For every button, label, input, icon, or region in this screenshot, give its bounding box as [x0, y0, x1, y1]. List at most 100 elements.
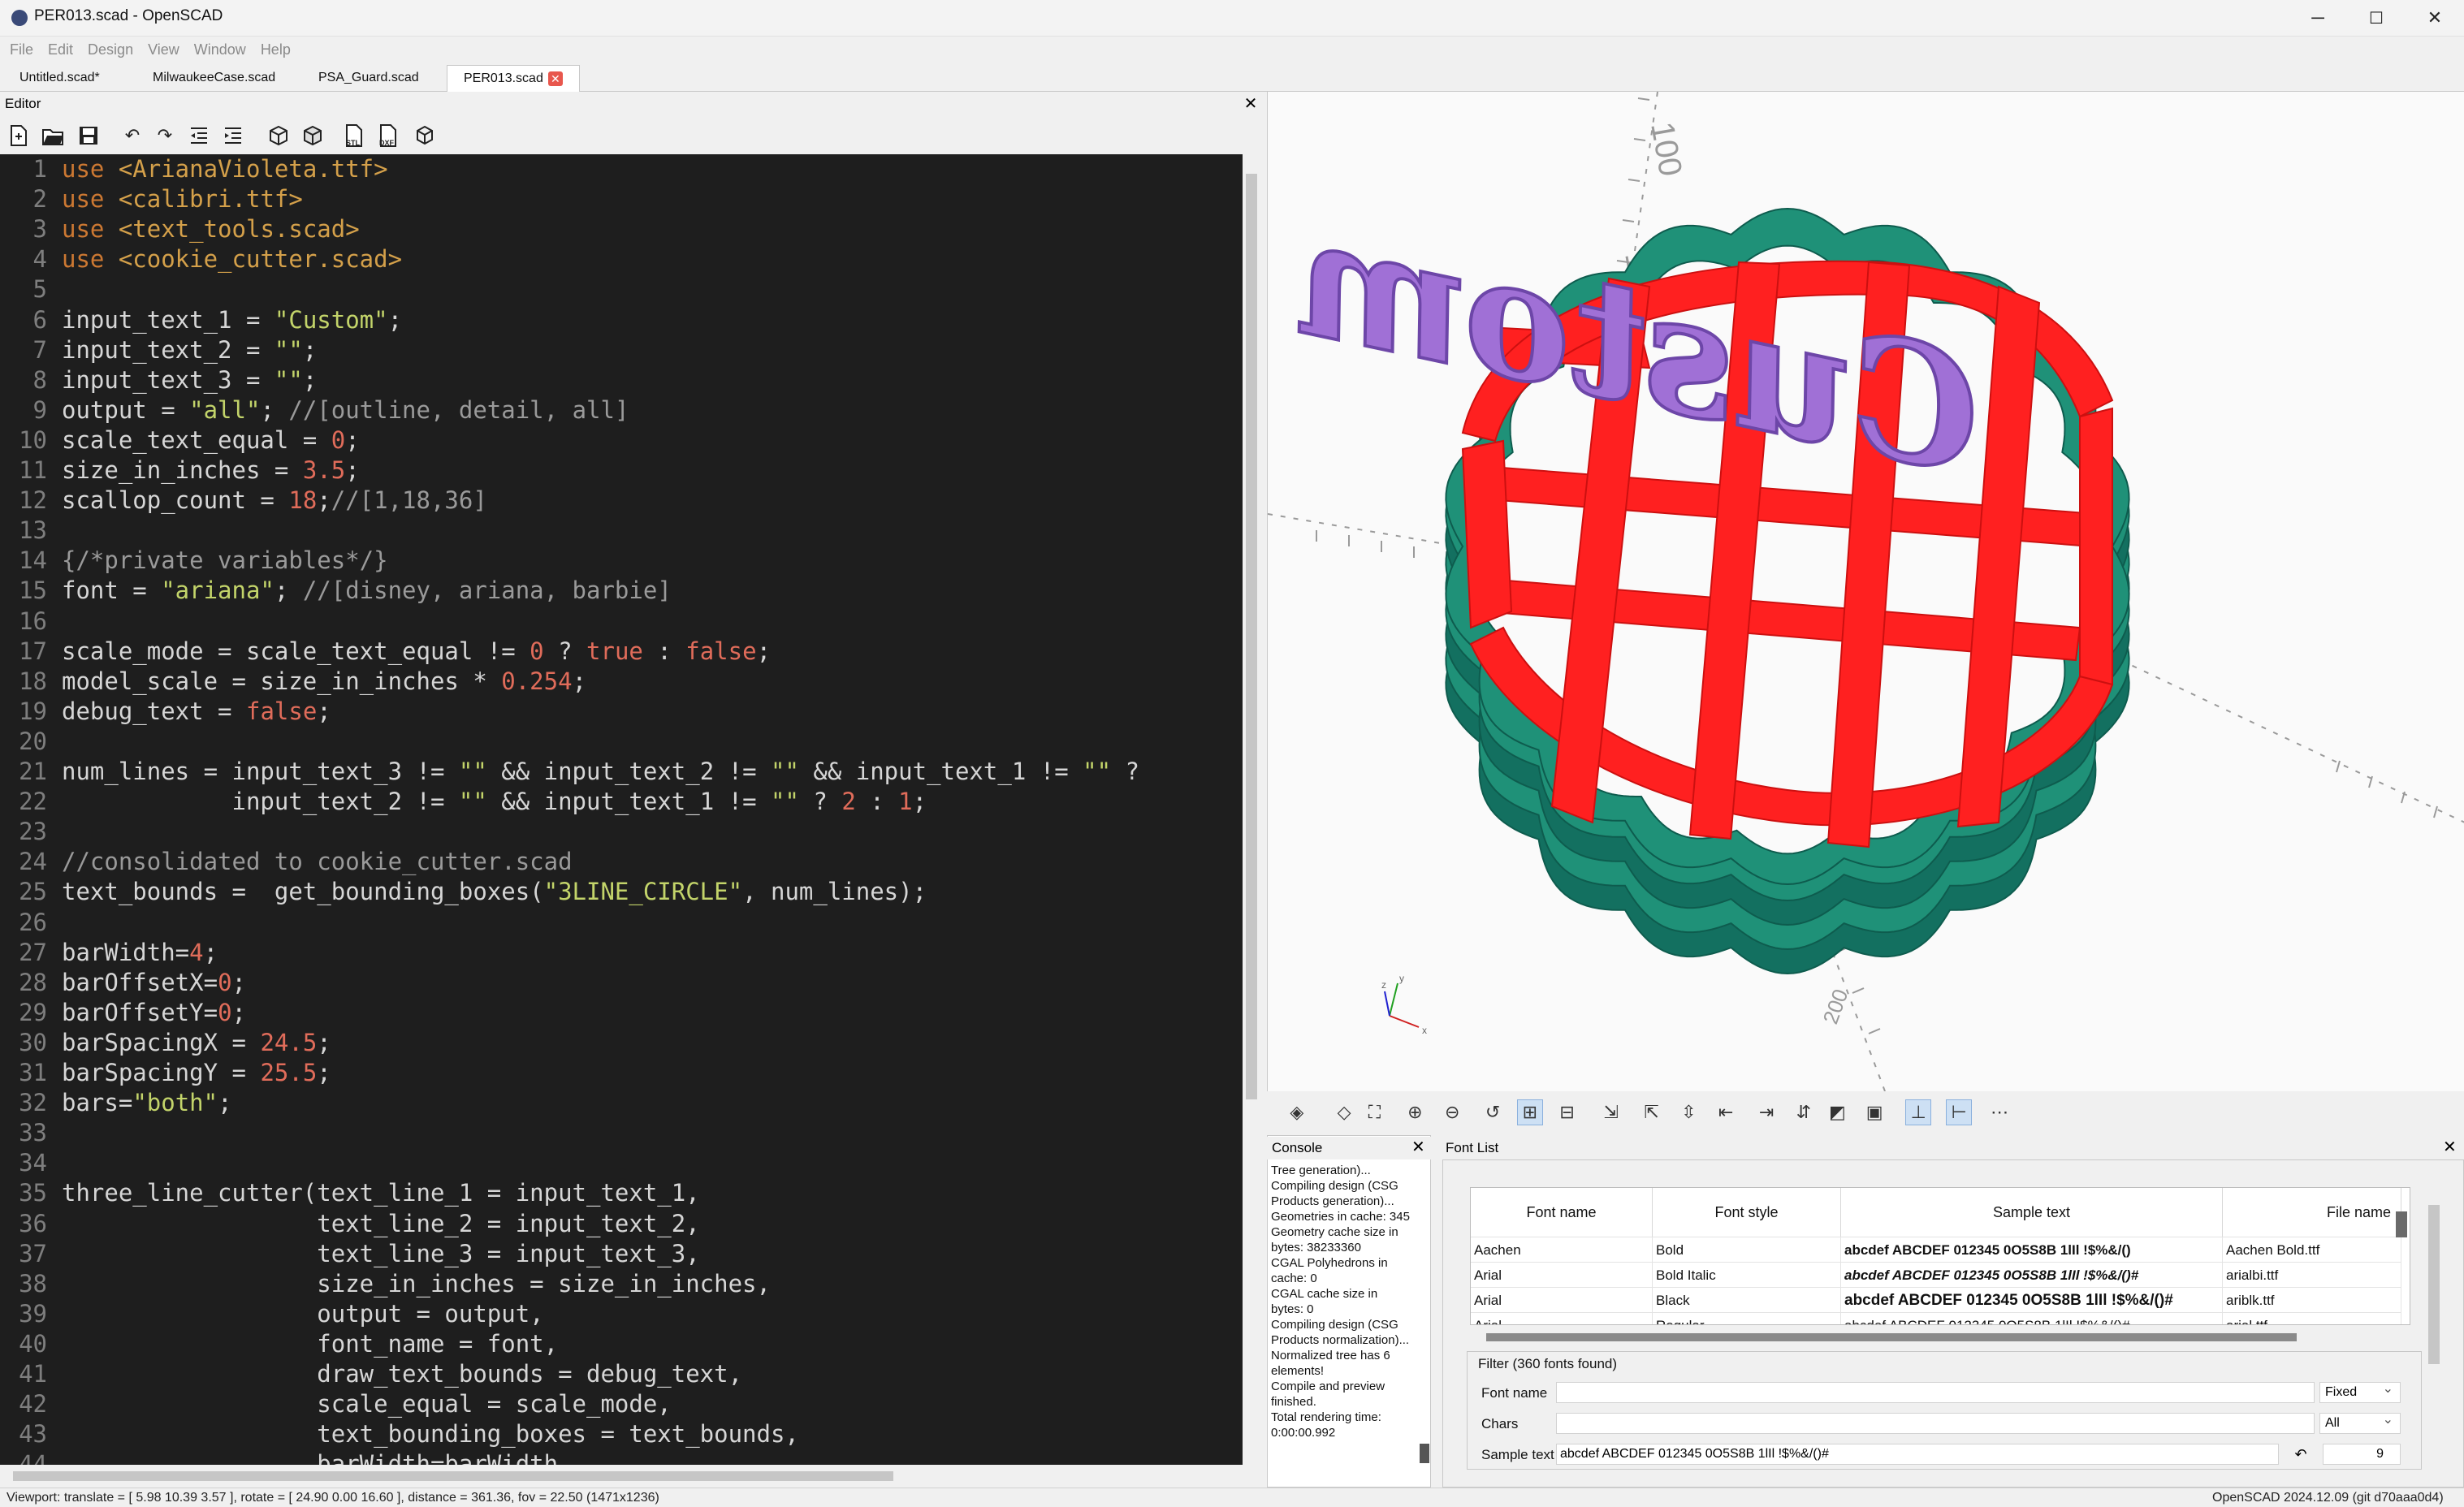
preview-icon[interactable] [266, 123, 291, 148]
code-line[interactable]: 30 barSpacingX = 24.5; [0, 1028, 331, 1058]
close-button[interactable]: ✕ [2406, 0, 2464, 36]
menu-help[interactable]: Help [253, 41, 298, 58]
code-line[interactable]: 39 output = output, [0, 1299, 544, 1329]
code-line[interactable]: 8 input_text_3 = ""; [0, 365, 318, 395]
code-line[interactable]: 38 size_in_inches = size_in_inches, [0, 1269, 771, 1299]
code-line[interactable]: 35 three_line_cutter(text_line_1 = input_… [0, 1178, 700, 1208]
code-line[interactable]: 3 use <text_tools.scad> [0, 214, 360, 244]
tab-untitled[interactable]: Untitled.scad* [3, 65, 116, 91]
code-line[interactable]: 36 text_line_2 = input_text_2, [0, 1209, 700, 1239]
export-3d-icon[interactable] [413, 123, 437, 148]
sample-text-input[interactable]: abcdef ABCDEF 012345 0O5S8B 1lIl !$%&/()… [1556, 1444, 2279, 1465]
perspective-icon[interactable]: ⊞ [1516, 1099, 1543, 1125]
reset-view-icon[interactable]: ↺ [1480, 1099, 1506, 1125]
font-table-scrollbar[interactable] [2396, 1211, 2407, 1237]
code-line[interactable]: 19 debug_text = false; [0, 697, 331, 727]
show-axes-icon[interactable]: ⊥ [1905, 1099, 1932, 1125]
editor-close-icon[interactable]: ✕ [1241, 93, 1260, 114]
column-header-sample-text[interactable]: Sample text [1841, 1188, 2223, 1237]
font-name-mode-select[interactable]: Fixed [2319, 1380, 2401, 1403]
font-row[interactable]: Aachen Bold abcdef ABCDEF 012345 0O5S8B 1l… [1471, 1237, 2401, 1263]
code-line[interactable]: 26 [0, 908, 62, 938]
code-editor[interactable]: 1 use <ArianaVioleta.ttf> 2 use <calibri.tt… [0, 154, 1243, 1465]
sample-size-spinbox[interactable]: 9 [2323, 1444, 2401, 1465]
font-row[interactable]: Arial Black abcdef ABCDEF 012345 0O5S8B 1l… [1471, 1287, 2401, 1313]
orthographic-icon[interactable]: ⊟ [1554, 1099, 1580, 1125]
code-line[interactable]: 11 size_in_inches = 3.5; [0, 456, 360, 486]
view-back-icon[interactable]: ⇵ [1791, 1099, 1817, 1125]
code-line[interactable]: 2 use <calibri.ttf> [0, 184, 303, 214]
redo-icon[interactable]: ↷ [153, 123, 177, 148]
open-file-icon[interactable] [41, 123, 65, 148]
code-line[interactable]: 12 scallop_count = 18;//[1,18,36] [0, 486, 487, 516]
menu-window[interactable]: Window [187, 41, 253, 58]
export-dxf-icon[interactable]: DXF [375, 123, 400, 148]
column-header-font-name[interactable]: Font name [1471, 1188, 1653, 1237]
view-left-icon[interactable]: ⇤ [1713, 1099, 1739, 1125]
view-all-icon[interactable]: ⛶ [1361, 1099, 1387, 1125]
code-line[interactable]: 7 input_text_2 = ""; [0, 335, 318, 365]
export-stl-icon[interactable]: STL [341, 123, 365, 148]
tab-milwaukee-case[interactable]: MilwaukeeCase.scad [136, 65, 292, 91]
tab-psa-guard[interactable]: PSA_Guard.scad [302, 65, 435, 91]
code-line[interactable]: 40 font_name = font, [0, 1329, 558, 1359]
code-line[interactable]: 6 input_text_1 = "Custom"; [0, 305, 403, 335]
code-line[interactable]: 22 input_text_2 != "" && input_text_1 !=… [0, 787, 927, 817]
code-line[interactable]: 1 use <ArianaVioleta.ttf> [0, 154, 388, 184]
code-line[interactable]: 17 scale_mode = scale_text_equal != 0 ? t… [0, 637, 771, 667]
menu-view[interactable]: View [140, 41, 187, 58]
code-line[interactable]: 37 text_line_3 = input_text_3, [0, 1239, 700, 1269]
code-line[interactable]: 4 use <cookie_cutter.scad> [0, 244, 403, 274]
font-name-input[interactable] [1556, 1382, 2315, 1403]
zoom-out-icon[interactable]: ⊖ [1439, 1099, 1465, 1125]
chars-mode-select[interactable]: All [2319, 1410, 2401, 1434]
code-line[interactable]: 27 barWidth=4; [0, 938, 218, 968]
tab-close-icon[interactable]: ✕ [547, 71, 563, 86]
minimize-button[interactable]: ─ [2289, 0, 2347, 36]
reset-sample-icon[interactable]: ↶ [2289, 1444, 2313, 1465]
new-file-icon[interactable] [6, 123, 31, 148]
code-line[interactable]: 10 scale_text_equal = 0; [0, 425, 360, 456]
code-line[interactable]: 24 //consolidated to cookie_cutter.scad [0, 847, 572, 877]
render-icon[interactable] [300, 123, 325, 148]
view-bottom-icon[interactable]: ⇳ [1675, 1099, 1701, 1125]
menu-file[interactable]: File [0, 41, 41, 58]
tab-per013[interactable]: PER013.scad ✕ [447, 65, 580, 92]
code-line[interactable]: 5 [0, 274, 62, 304]
code-line[interactable]: 15 font = "ariana"; //[disney, ariana, ba… [0, 576, 672, 606]
view-front-icon[interactable]: ⇥ [1753, 1099, 1779, 1125]
save-file-icon[interactable] [76, 123, 101, 148]
code-line[interactable]: 33 [0, 1118, 62, 1148]
font-row[interactable]: Arial Bold Italic abcdef ABCDEF 012345 0O5… [1471, 1262, 2401, 1288]
zoom-in-icon[interactable]: ⊕ [1402, 1099, 1428, 1125]
code-line[interactable]: 25 text_bounds = get_bounding_boxes("3LIN… [0, 877, 927, 907]
code-line[interactable]: 18 model_scale = size_in_inches * 0.254; [0, 667, 586, 697]
code-line[interactable]: 31 barSpacingY = 25.5; [0, 1058, 331, 1088]
font-table-hscrollbar[interactable] [1486, 1333, 2297, 1341]
column-header-file-name[interactable]: File name [2223, 1188, 2401, 1237]
code-line[interactable]: 34 [0, 1148, 62, 1178]
preview-icon[interactable]: ◈ [1284, 1099, 1310, 1125]
view-top-icon[interactable]: ⇱ [1639, 1099, 1665, 1125]
console-close-icon[interactable]: ✕ [1411, 1137, 1425, 1157]
indent-icon[interactable] [221, 123, 245, 148]
code-line[interactable]: 13 [0, 516, 62, 546]
code-line[interactable]: 28 barOffsetX=0; [0, 968, 246, 998]
code-line[interactable]: 43 text_bounding_boxes = text_bounds, [0, 1419, 799, 1449]
undo-icon[interactable]: ↶ [120, 123, 145, 148]
console-scrollbar[interactable] [1420, 1444, 1429, 1463]
font-row[interactable]: ArialRegularabcdef ABCDEF 012345 0O5S8B … [1471, 1312, 2401, 1324]
view-right-icon[interactable]: ⇲ [1598, 1099, 1624, 1125]
code-line[interactable]: 16 [0, 607, 62, 637]
code-line[interactable]: 9 output = "all"; //[outline, detail, all… [0, 395, 629, 425]
show-edges-icon[interactable]: ◩ [1824, 1099, 1850, 1125]
code-line[interactable]: 29 barOffsetY=0; [0, 998, 246, 1028]
show-scale-icon[interactable]: ⊢ [1946, 1099, 1973, 1125]
show-cube-icon[interactable]: ▣ [1861, 1099, 1887, 1125]
code-line[interactable]: 42 scale_equal = scale_mode, [0, 1389, 672, 1419]
menu-design[interactable]: Design [80, 41, 140, 58]
code-line[interactable]: 21 num_lines = input_text_3 != "" && inpu… [0, 757, 1139, 787]
maximize-button[interactable]: ☐ [2347, 0, 2406, 36]
chars-input[interactable] [1556, 1413, 2315, 1434]
code-line[interactable]: 41 draw_text_bounds = debug_text, [0, 1359, 742, 1389]
